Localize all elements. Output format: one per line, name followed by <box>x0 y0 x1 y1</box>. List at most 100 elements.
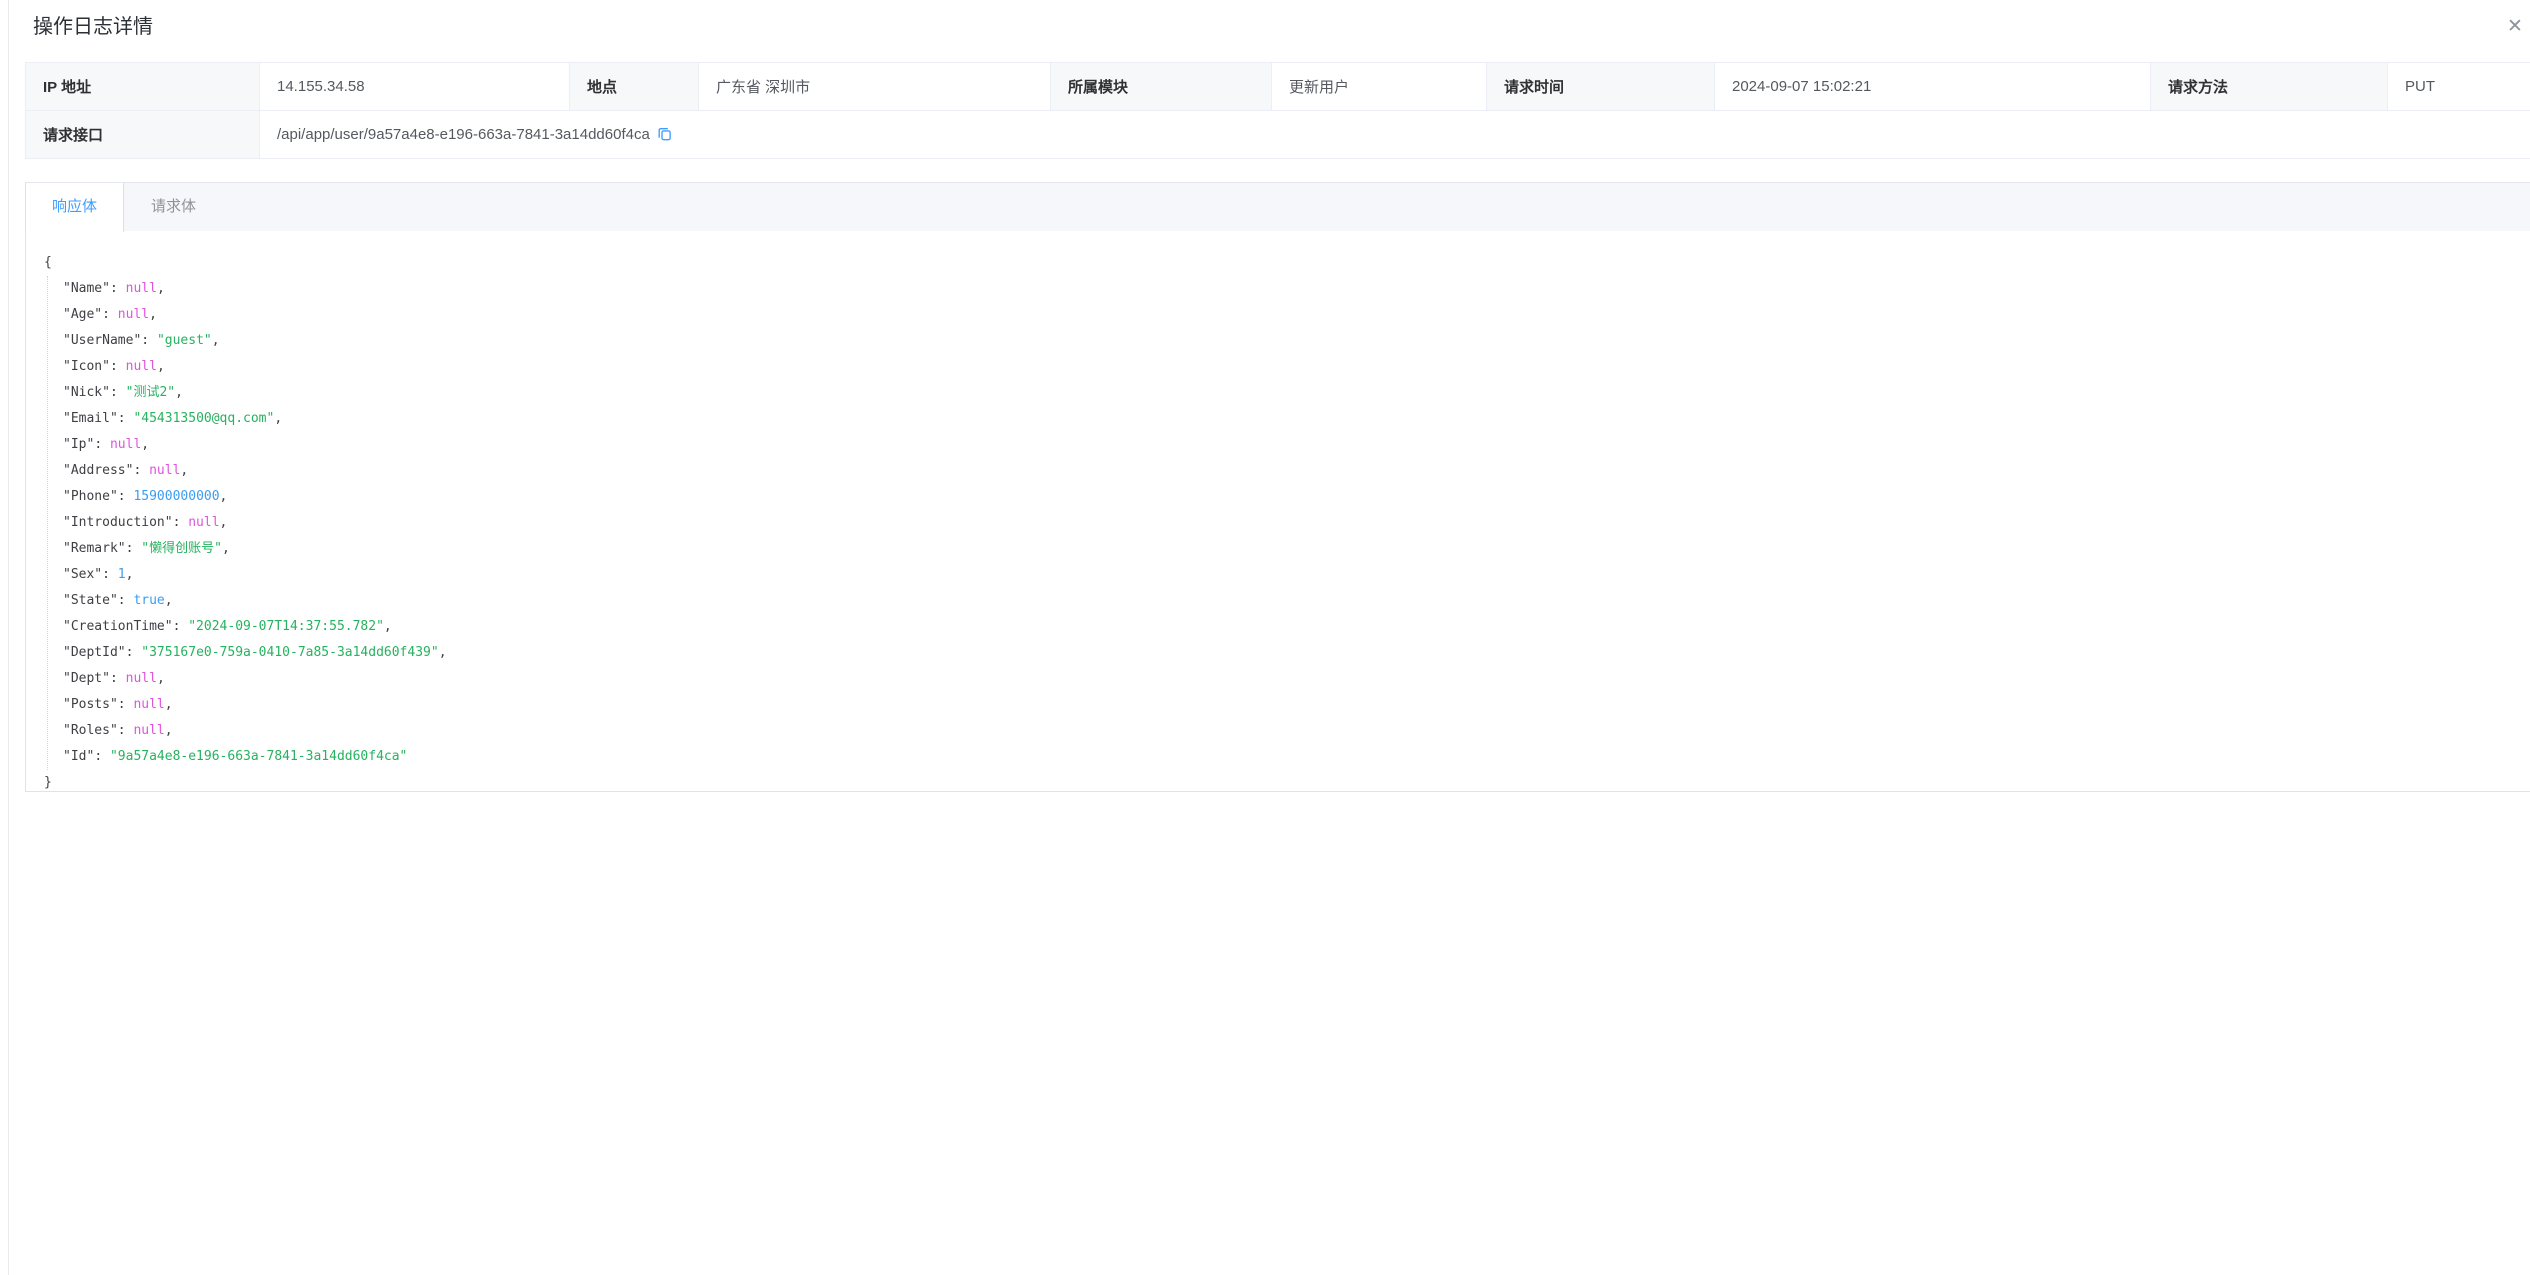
code-token: , <box>157 359 165 374</box>
code-line: "Nick": "测试2", <box>63 380 2530 406</box>
code-line: "Sex": 1, <box>63 562 2530 588</box>
code-line: "Id": "9a57a4e8-e196-663a-7841-3a14dd60f… <box>63 744 2530 770</box>
code-token: 1 <box>118 567 126 582</box>
table-row: 请求接口 /api/app/user/9a57a4e8-e196-663a-78… <box>26 111 2530 159</box>
code-token: : <box>118 723 134 738</box>
code-token: null <box>110 437 141 452</box>
code-line: "UserName": "guest", <box>63 328 2530 354</box>
close-icon[interactable]: ✕ <box>2503 14 2527 38</box>
code-token: , <box>212 333 220 348</box>
code-token: "Email" <box>63 411 118 426</box>
detail-value-request-api: /api/app/user/9a57a4e8-e196-663a-7841-3a… <box>260 111 2530 159</box>
code-line: { <box>44 250 2530 276</box>
code-token: : <box>110 385 126 400</box>
code-token: , <box>165 723 173 738</box>
code-token: , <box>222 541 230 556</box>
code-token: , <box>175 385 183 400</box>
code-token: : <box>118 411 134 426</box>
detail-label-request-api: 请求接口 <box>26 111 260 159</box>
code-token: null <box>149 463 180 478</box>
detail-label-request-method: 请求方法 <box>2151 63 2388 111</box>
code-token: "Id" <box>63 749 94 764</box>
code-token: : <box>118 697 134 712</box>
code-token: , <box>439 645 447 660</box>
code-line: "DeptId": "375167e0-759a-0410-7a85-3a14d… <box>63 640 2530 666</box>
code-line: "Email": "454313500@qq.com", <box>63 406 2530 432</box>
code-token: null <box>126 359 157 374</box>
code-token: : <box>126 541 142 556</box>
code-line: "Age": null, <box>63 302 2530 328</box>
code-token: "Posts" <box>63 697 118 712</box>
code-token: : <box>173 515 189 530</box>
code-token: , <box>126 567 134 582</box>
code-token: "懒得创账号" <box>141 541 222 556</box>
code-token: : <box>102 567 118 582</box>
copy-icon[interactable] <box>657 126 672 142</box>
tab-bar: 响应体 请求体 <box>25 182 2530 232</box>
code-token: : <box>118 593 134 608</box>
detail-value-request-method: PUT <box>2388 63 2530 111</box>
code-token: : <box>94 437 110 452</box>
code-token: null <box>126 281 157 296</box>
code-token: "Age" <box>63 307 102 322</box>
code-token: : <box>110 281 126 296</box>
code-token: null <box>126 671 157 686</box>
code-token: "State" <box>63 593 118 608</box>
response-body-panel: {"Name": null,"Age": null,"UserName": "g… <box>25 231 2530 792</box>
code-token: , <box>165 593 173 608</box>
code-token: "454313500@qq.com" <box>133 411 274 426</box>
table-row: IP 地址 14.155.34.58 地点 广东省 深圳市 所属模块 更新用户 … <box>26 63 2530 111</box>
code-token: "Phone" <box>63 489 118 504</box>
code-token: , <box>220 515 228 530</box>
detail-label-module: 所属模块 <box>1051 63 1272 111</box>
code-token: , <box>274 411 282 426</box>
code-token: "DeptId" <box>63 645 126 660</box>
code-token: "Address" <box>63 463 133 478</box>
code-token: null <box>133 723 164 738</box>
code-line: } <box>44 770 2530 792</box>
tab-response-body[interactable]: 响应体 <box>25 183 124 232</box>
code-token: "guest" <box>157 333 212 348</box>
code-token: , <box>180 463 188 478</box>
code-token: "Ip" <box>63 437 94 452</box>
code-token: null <box>118 307 149 322</box>
dialog-title: 操作日志详情 <box>33 16 153 38</box>
code-token: true <box>133 593 164 608</box>
code-token: "9a57a4e8-e196-663a-7841-3a14dd60f4ca" <box>110 749 407 764</box>
code-line: "State": true, <box>63 588 2530 614</box>
detail-label-request-time: 请求时间 <box>1487 63 1715 111</box>
drawer-left-border <box>8 0 9 1275</box>
code-token: , <box>157 671 165 686</box>
code-token: : <box>118 489 134 504</box>
code-token: "Sex" <box>63 567 102 582</box>
code-token: "375167e0-759a-0410-7a85-3a14dd60f439" <box>141 645 438 660</box>
tab-request-body[interactable]: 请求体 <box>124 183 223 231</box>
code-token: : <box>94 749 110 764</box>
code-token: "UserName" <box>63 333 141 348</box>
code-line: "Phone": 15900000000, <box>63 484 2530 510</box>
code-token: "Icon" <box>63 359 110 374</box>
code-token: "Nick" <box>63 385 110 400</box>
code-line: "CreationTime": "2024-09-07T14:37:55.782… <box>63 614 2530 640</box>
code-token: null <box>133 697 164 712</box>
code-token: : <box>133 463 149 478</box>
code-line: "Introduction": null, <box>63 510 2530 536</box>
code-token: , <box>149 307 157 322</box>
code-line: "Dept": null, <box>63 666 2530 692</box>
code-line: "Address": null, <box>63 458 2530 484</box>
code-line: "Remark": "懒得创账号", <box>63 536 2530 562</box>
code-token: : <box>110 671 126 686</box>
code-token: "测试2" <box>126 385 175 400</box>
detail-label-location: 地点 <box>570 63 699 111</box>
code-line: "Icon": null, <box>63 354 2530 380</box>
code-token: "CreationTime" <box>63 619 173 634</box>
code-token: 15900000000 <box>133 489 219 504</box>
code-token: null <box>188 515 219 530</box>
code-token: "Dept" <box>63 671 110 686</box>
code-token: "Introduction" <box>63 515 173 530</box>
code-line: "Ip": null, <box>63 432 2530 458</box>
code-token: "2024-09-07T14:37:55.782" <box>188 619 384 634</box>
indent-guide-block: "Name": null,"Age": null,"UserName": "gu… <box>47 276 2530 770</box>
detail-value-location: 广东省 深圳市 <box>699 63 1051 111</box>
request-api-url: /api/app/user/9a57a4e8-e196-663a-7841-3a… <box>277 126 650 143</box>
